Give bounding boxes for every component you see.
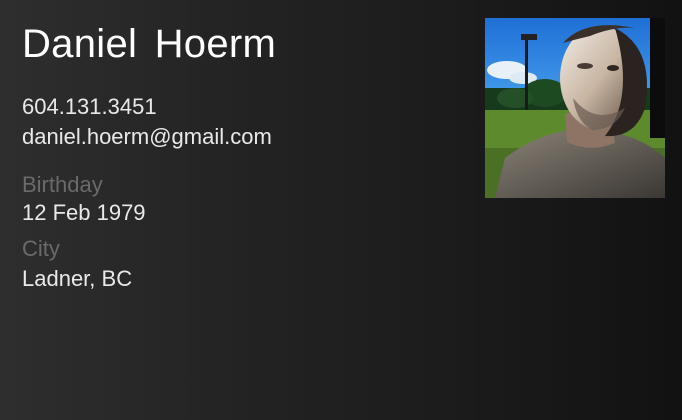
contact-card: Daniel Hoerm 604.131.3451 daniel.hoerm@g… (0, 0, 682, 420)
phone-number[interactable]: 604.131.3451 (22, 94, 157, 120)
email-address[interactable]: daniel.hoerm@gmail.com (22, 124, 272, 150)
contact-name: Daniel Hoerm (22, 22, 277, 66)
city-label: City (22, 236, 60, 261)
contact-photo-image (485, 18, 665, 198)
city-value: Ladner, BC (22, 266, 133, 291)
contact-photo[interactable] (485, 18, 665, 198)
birthday-value: 12 Feb 1979 (22, 200, 146, 225)
birthday-label: Birthday (22, 172, 103, 197)
